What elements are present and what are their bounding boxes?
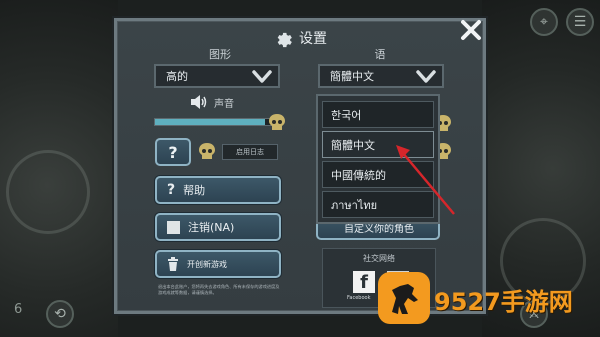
- annotation-arrow: [396, 145, 455, 215]
- new-game-button[interactable]: 开创新游戏: [155, 250, 281, 278]
- trash-icon: [168, 257, 178, 271]
- new-game-button-label: 开创新游戏: [187, 259, 227, 269]
- gear-icon: [277, 32, 292, 48]
- sound-row: 声音: [190, 94, 234, 110]
- help-button-label: 帮助: [183, 184, 206, 197]
- watermark-logo: [378, 272, 430, 324]
- player-stat: 6: [14, 302, 23, 317]
- chevron-down-icon: [416, 70, 436, 83]
- skill-button[interactable]: ⟲: [46, 300, 74, 328]
- logout-button[interactable]: 注销(NA): [155, 213, 281, 241]
- logout-notice: 退出本台此账户，您将再失去游戏角色、所有未保存的游戏进度及游戏成就等数据，请谨慎…: [158, 284, 280, 295]
- skull-icon: [199, 143, 215, 159]
- dialog-title-bar: 设置: [117, 25, 483, 51]
- sound-label: 声音: [214, 98, 234, 110]
- graphics-dropdown[interactable]: 高的: [154, 64, 280, 88]
- sound-slider-fill: [155, 119, 265, 125]
- language-label: 语: [374, 48, 386, 61]
- dialog-title: 设置: [299, 31, 327, 47]
- joystick-ring-left: [6, 150, 90, 234]
- question-icon: ?: [168, 142, 178, 162]
- chevron-down-icon: [252, 70, 272, 83]
- sound-slider[interactable]: [154, 118, 278, 126]
- map-pin-icon[interactable]: ⌖: [530, 8, 558, 36]
- checkbox-icon: [167, 220, 180, 234]
- speaker-icon: [191, 95, 207, 109]
- skull-slider-handle-icon[interactable]: [268, 113, 286, 133]
- close-icon: [461, 20, 481, 40]
- language-dropdown-value: 簡體中文: [330, 70, 374, 83]
- watermark-text: 9527手游网: [434, 288, 573, 316]
- social-network-label: 社交网络: [363, 254, 395, 263]
- facebook-icon[interactable]: f: [353, 271, 375, 293]
- close-button[interactable]: [458, 17, 484, 43]
- graphics-label: 图形: [209, 48, 231, 61]
- language-dropdown[interactable]: 簡體中文: [318, 64, 444, 88]
- horse-logo-icon: [392, 284, 418, 314]
- logout-button-label: 注销(NA): [188, 221, 235, 234]
- facebook-label: Facebook: [347, 295, 371, 301]
- graphics-dropdown-value: 高的: [166, 70, 188, 83]
- log-help-button[interactable]: ?: [155, 138, 191, 166]
- help-button[interactable]: ? 帮助: [155, 176, 281, 204]
- enable-log-toggle[interactable]: 启用日志: [222, 144, 278, 160]
- menu-icon[interactable]: ☰: [566, 8, 594, 36]
- language-option[interactable]: 한국어: [322, 101, 434, 128]
- question-icon: ?: [167, 182, 176, 198]
